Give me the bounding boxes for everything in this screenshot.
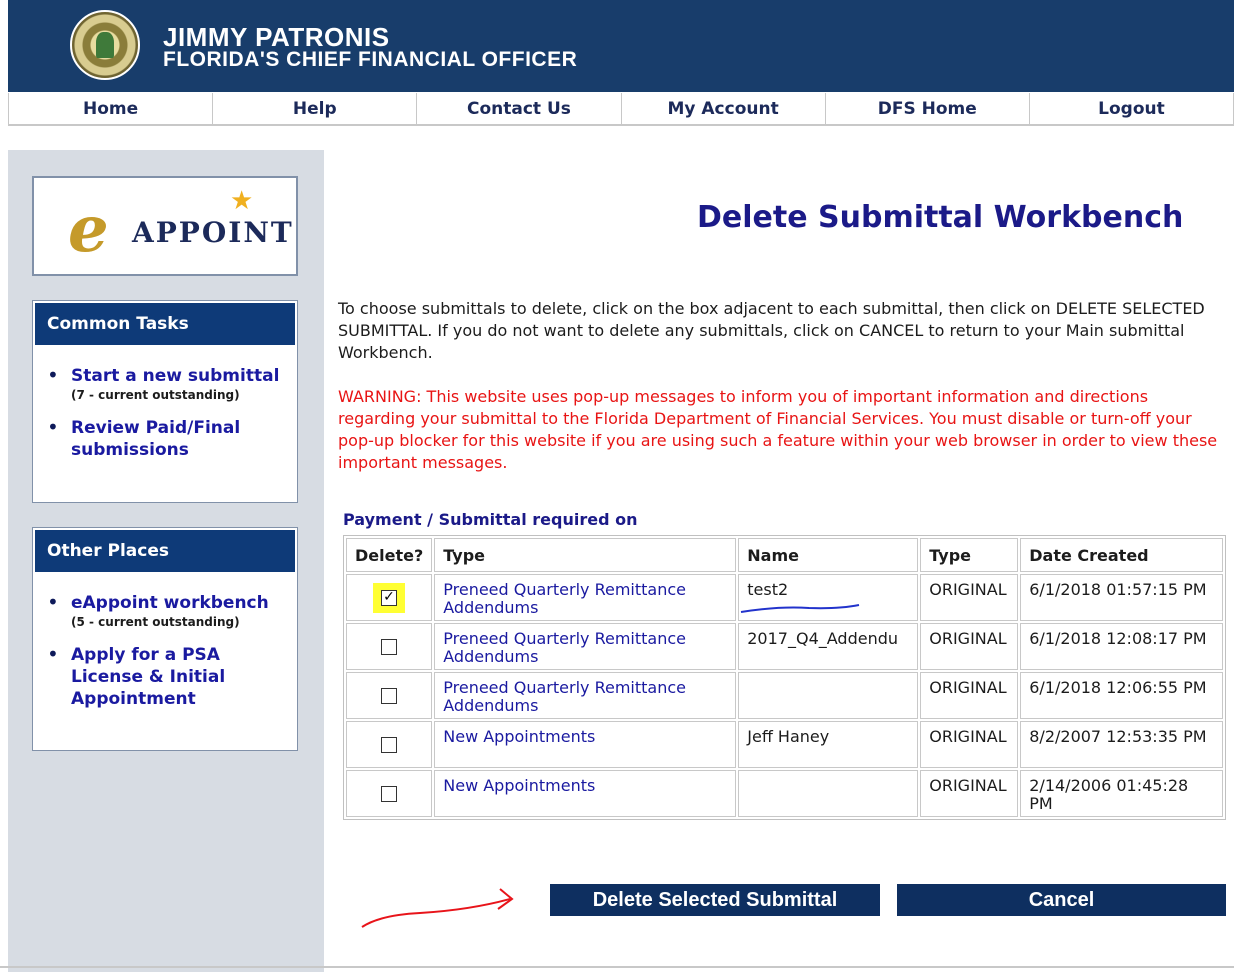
submittal-name [738,672,919,719]
nav-logout[interactable]: Logout [1030,93,1234,124]
table-row: Preneed Quarterly Remittance Addendums t… [346,574,1223,621]
checkbox-highlight [373,582,406,613]
delete-checkbox[interactable] [381,588,398,606]
florida-seal-logo [70,10,140,80]
submittal-kind: ORIGINAL [920,672,1019,719]
table-row: New Appointments ORIGINAL 2/14/2006 01:4… [346,770,1223,817]
logo-text: APPOINT [132,216,294,249]
table-header-row: Delete? Type Name Type Date Created [346,538,1223,572]
col-date-created: Date Created [1020,538,1223,572]
star-icon: ★ [230,186,254,216]
page-title: Delete Submittal Workbench [697,200,1184,235]
nav-contact-us[interactable]: Contact Us [417,93,622,124]
submittal-date: 6/1/2018 01:57:15 PM [1020,574,1223,621]
eappoint-workbench-link[interactable]: eAppoint workbench [71,592,297,614]
common-tasks-title: Common Tasks [35,303,295,345]
submittal-date: 8/2/2007 12:53:35 PM [1020,721,1223,768]
delete-checkbox[interactable] [381,786,398,802]
common-tasks-panel: Common Tasks Start a new submittal (7 - … [32,300,298,503]
other-places-panel: Other Places eAppoint workbench (5 - cur… [32,527,298,751]
submittal-date: 2/14/2006 01:45:28 PM [1020,770,1223,817]
submittal-type-link[interactable]: New Appointments [443,776,595,795]
outstanding-count: (5 - current outstanding) [71,615,240,629]
apply-psa-license-link[interactable]: Apply for a PSA License & Initial Appoin… [71,644,251,710]
logo-letter: e [68,192,109,267]
col-name: Name [738,538,919,572]
delete-checkbox[interactable] [381,737,398,753]
col-kind: Type [920,538,1019,572]
submittal-name: 2017_Q4_Addendu [738,623,919,670]
submittal-date: 6/1/2018 12:08:17 PM [1020,623,1223,670]
table-row: New Appointments Jeff Haney ORIGINAL 8/2… [346,721,1223,768]
submittal-kind: ORIGINAL [920,623,1019,670]
table-row: Preneed Quarterly Remittance Addendums O… [346,672,1223,719]
submittal-kind: ORIGINAL [920,770,1019,817]
submittal-name: test2 [747,580,789,599]
submittal-type-link[interactable]: Preneed Quarterly Remittance Addendums [443,580,686,617]
sidebar: e ★ APPOINT Common Tasks Start a new sub… [8,150,324,972]
submittal-kind: ORIGINAL [920,721,1019,768]
col-delete: Delete? [346,538,433,572]
cancel-button[interactable]: Cancel [897,884,1226,916]
nav-home[interactable]: Home [8,93,214,124]
submittal-date: 6/1/2018 12:06:55 PM [1020,672,1223,719]
outstanding-count: (7 - current outstanding) [71,388,240,402]
table-row: Preneed Quarterly Remittance Addendums 2… [346,623,1223,670]
list-item: Apply for a PSA License & Initial Appoin… [45,642,297,710]
popup-warning-text: WARNING: This website uses pop-up messag… [338,387,1218,472]
delete-checkbox[interactable] [381,688,398,704]
list-item: Review Paid/Final submissions [45,415,297,461]
table-caption: Payment / Submittal required on [343,510,638,529]
annotation-underline [741,604,860,613]
submittal-type-link[interactable]: New Appointments [443,727,595,746]
review-paid-final-link[interactable]: Review Paid/Final submissions [71,417,271,461]
footer-divider [0,966,1234,968]
start-new-submittal-link[interactable]: Start a new submittal [71,365,297,387]
submittals-table: Delete? Type Name Type Date Created Pren… [343,535,1226,820]
delete-selected-submittal-button[interactable]: Delete Selected Submittal [550,884,880,916]
delete-checkbox[interactable] [381,639,398,655]
submittal-kind: ORIGINAL [920,574,1019,621]
other-places-title: Other Places [35,530,295,572]
nav-help[interactable]: Help [213,93,418,124]
top-nav: Home Help Contact Us My Account DFS Home… [8,93,1234,126]
eappoint-logo: e ★ APPOINT [32,176,298,276]
nav-my-account[interactable]: My Account [622,93,826,124]
submittal-type-link[interactable]: Preneed Quarterly Remittance Addendums [443,678,686,715]
site-header: JIMMY PATRONIS FLORIDA'S CHIEF FINANCIAL… [8,0,1234,92]
annotation-arrow-icon [361,888,514,928]
list-item: eAppoint workbench (5 - current outstand… [45,590,297,630]
nav-dfs-home[interactable]: DFS Home [826,93,1030,124]
list-item: Start a new submittal (7 - current outst… [45,363,297,403]
instructions-text: To choose submittals to delete, click on… [338,299,1205,362]
col-type: Type [434,538,737,572]
submittal-name: Jeff Haney [738,721,919,768]
official-title: FLORIDA'S CHIEF FINANCIAL OFFICER [163,48,578,71]
submittal-name [738,770,919,817]
submittal-type-link[interactable]: Preneed Quarterly Remittance Addendums [443,629,686,666]
